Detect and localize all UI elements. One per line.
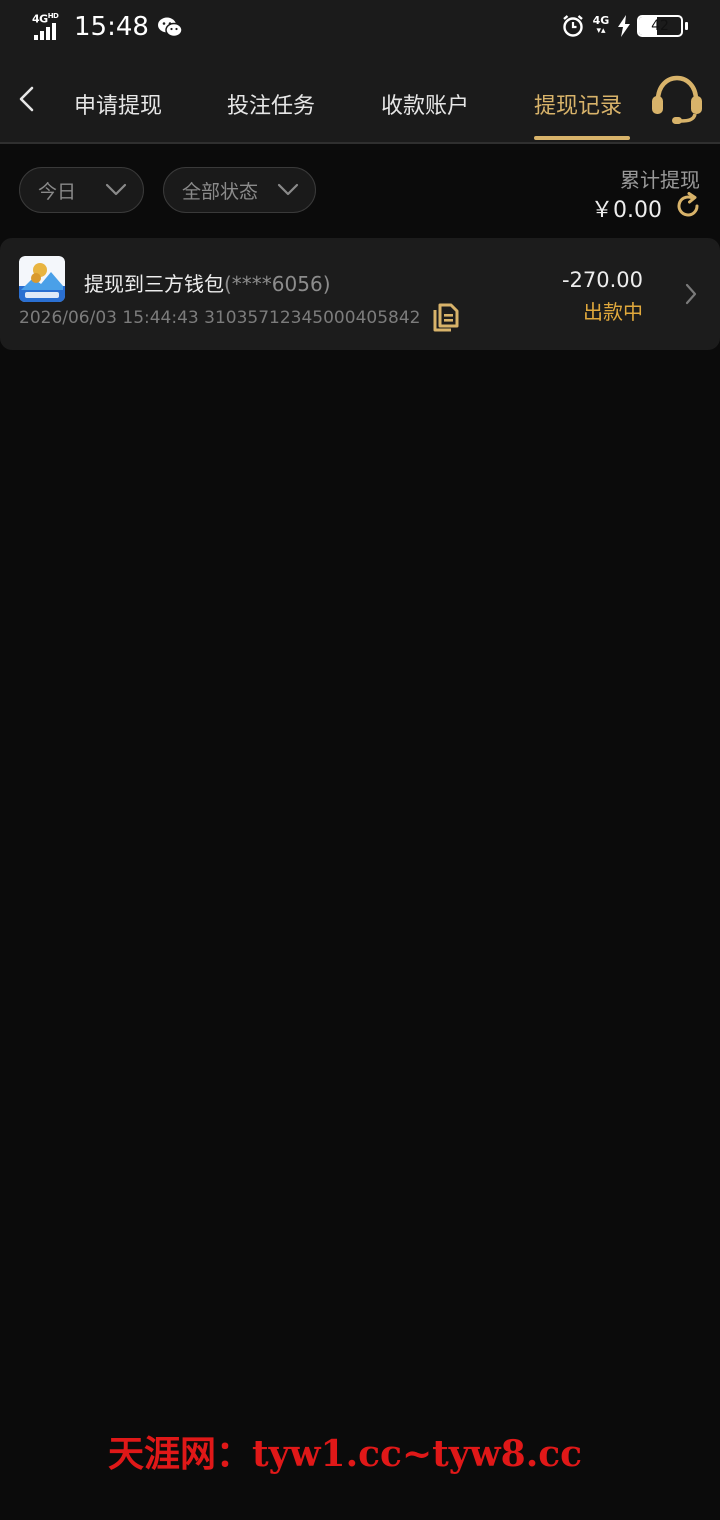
status-right: 4G ▾▴ 42 [561,14,688,38]
record-title-text: 提现到三方钱包 [84,272,224,296]
chevron-down-icon [277,183,299,196]
wallet-logo-icon [19,256,65,302]
chevron-right-icon [685,283,697,305]
tab-bar: 申请提现 投注任务 收款账户 提现记录 [0,58,720,144]
alarm-icon [563,15,583,37]
record-amount: -270.00 [561,268,643,292]
refresh-icon[interactable] [674,192,702,220]
battery-level: 42 [651,18,669,34]
tab-betting-tasks[interactable]: 投注任务 [227,88,315,120]
withdraw-record-item[interactable]: 提现到三方钱包(****6056) 2026/06/03 15:44:43 31… [0,238,720,350]
record-title: 提现到三方钱包(****6056) [84,268,331,297]
date-filter[interactable]: 今日 [19,167,144,213]
mobile-data-icon: 4G ▾▴ [592,14,610,36]
site-watermark: 天涯网：tyw1.cc~tyw8.cc [108,1433,582,1475]
battery-icon: 42 [637,15,683,37]
status-filter[interactable]: 全部状态 [163,167,316,213]
back-button[interactable] [14,84,40,114]
record-account-mask: (****6056) [224,272,331,296]
tab-payee-accounts[interactable]: 收款账户 [381,88,469,120]
record-status: 出款中 [583,300,643,324]
status-time: 15:48 [74,12,149,42]
status-filter-label: 全部状态 [182,180,259,203]
date-filter-label: 今日 [38,180,77,203]
copy-icon[interactable] [432,302,460,332]
watermark-text: 天涯网：tyw1.cc~tyw8.cc [108,1433,582,1475]
chevron-down-icon [105,183,127,196]
status-left: 4GHD 15:48 [32,12,183,42]
status-bar: 4GHD 15:48 4G ▾▴ 42 [0,0,720,58]
tab-withdraw-records[interactable]: 提现记录 [534,88,622,120]
total-withdraw-amount: ￥0.00 [591,198,662,223]
wechat-icon [157,17,183,38]
record-time-and-order: 2026/06/03 15:44:43 31035712345000405842 [19,308,421,328]
active-tab-indicator [534,136,630,140]
total-withdraw-label: 累计提现 [620,168,700,192]
charging-icon [618,15,630,37]
headset-icon[interactable] [648,74,706,126]
tab-apply-withdraw[interactable]: 申请提现 [74,88,162,120]
signal-icon: 4GHD [32,12,68,42]
withdraw-records-page: 4GHD 15:48 4G ▾▴ 42 申请提现 投注任务 收款账户 提现记录 … [0,0,720,1520]
